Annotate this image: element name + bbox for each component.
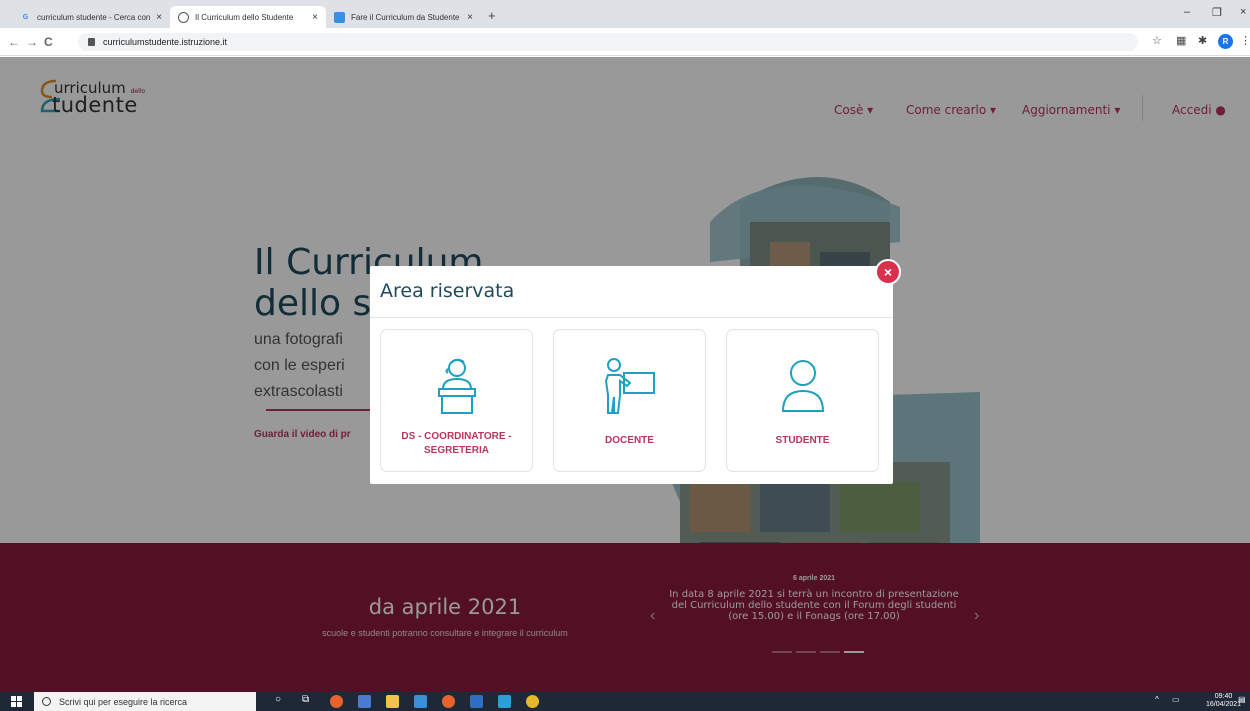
tab-title: curriculum studente - Cerca con — [37, 12, 151, 22]
extension-grid-icon[interactable]: ▦ — [1176, 34, 1186, 47]
user-icon — [781, 360, 824, 412]
tab-fare-curriculum[interactable]: Fare il Curriculum da Studente in × — [326, 6, 481, 28]
new-tab-button[interactable]: + — [488, 8, 496, 23]
modal-divider — [370, 317, 893, 318]
tab-google-search[interactable]: G curriculum studente - Cerca con × — [12, 6, 170, 28]
google-icon: G — [22, 13, 29, 21]
chrome-icon[interactable] — [526, 695, 539, 708]
lock-icon — [88, 38, 95, 46]
card-label: STUDENTE — [775, 435, 830, 446]
store-icon[interactable] — [414, 695, 427, 708]
tray-chevron-icon[interactable]: ^ — [1155, 695, 1159, 704]
shield-icon — [334, 11, 345, 23]
reload-icon[interactable]: C — [44, 35, 53, 49]
browser-tab-bar: G curriculum studente - Cerca con × Il C… — [0, 0, 1250, 28]
notifications-icon[interactable]: ▤ — [1238, 695, 1246, 704]
page-content: urriculum dello tudente Cosè ▾ Come crea… — [0, 57, 1250, 692]
modal-close-button[interactable]: × — [875, 259, 901, 285]
restore-icon[interactable]: ❐ — [1212, 6, 1222, 19]
firefox-icon[interactable] — [330, 695, 343, 708]
tab-close-icon[interactable]: × — [312, 12, 318, 23]
taskbar-search-input[interactable]: Scrivi qui per eseguire la ricerca — [34, 692, 256, 711]
modal-title: Area riservata — [380, 280, 515, 302]
forward-icon[interactable]: → — [26, 35, 38, 49]
receptionist-icon — [437, 358, 476, 414]
back-icon[interactable]: ← — [8, 35, 20, 49]
clock-time: 09:40 — [1214, 693, 1233, 700]
menu-dots-icon[interactable]: ⋮ — [1240, 34, 1250, 47]
teacher-icon — [604, 358, 655, 414]
windows-taskbar: Scrivi qui per eseguire la ricerca ○ ⧉ ^… — [0, 692, 1250, 711]
taskbar-clock[interactable]: 09:40 16/04/2021 — [1206, 693, 1241, 709]
taskbar-search-placeholder: Scrivi qui per eseguire la ricerca — [59, 696, 188, 707]
mail-icon[interactable] — [498, 695, 511, 708]
card-docente[interactable]: DOCENTE — [553, 329, 706, 472]
card-label: DOCENTE — [605, 435, 654, 446]
tab-close-icon[interactable]: × — [156, 12, 162, 23]
globe-icon — [178, 11, 189, 23]
app-icon[interactable] — [358, 695, 371, 708]
tab-close-icon[interactable]: × — [467, 12, 473, 23]
windows-start-icon[interactable] — [11, 696, 22, 707]
card-studente[interactable]: STUDENTE — [726, 329, 879, 472]
window-close-icon[interactable]: × — [1240, 6, 1246, 18]
file-explorer-icon[interactable] — [386, 695, 399, 708]
card-ds-coordinatore-segreteria[interactable]: DS - COORDINATORE - SEGRETERIA — [380, 329, 533, 472]
firefox-icon[interactable] — [442, 695, 455, 708]
address-bar-row: ← → C curriculumstudente.istruzione.it ☆… — [0, 28, 1250, 56]
profile-avatar[interactable]: R — [1218, 34, 1233, 49]
url-text: curriculumstudente.istruzione.it — [103, 37, 228, 47]
cortana-icon[interactable]: ○ — [275, 694, 281, 705]
search-icon — [42, 697, 51, 706]
clock-date: 16/04/2021 — [1206, 701, 1242, 708]
tab-title: Fare il Curriculum da Studente in — [351, 12, 462, 22]
bookmark-star-icon[interactable]: ☆ — [1152, 34, 1162, 47]
app-icon[interactable] — [470, 695, 483, 708]
network-icon[interactable]: ▭ — [1172, 695, 1180, 704]
task-view-icon[interactable]: ⧉ — [302, 694, 309, 705]
minimize-icon[interactable]: – — [1184, 6, 1190, 18]
area-riservata-modal: Area riservata DS - COORDINATORE - SEGRE… — [370, 266, 893, 484]
tab-curriculum-studente[interactable]: Il Curriculum dello Studente × — [170, 6, 326, 28]
url-field[interactable]: curriculumstudente.istruzione.it — [78, 33, 1138, 51]
card-label: DS - COORDINATORE - SEGRETERIA — [401, 431, 512, 456]
extensions-puzzle-icon[interactable]: ✱ — [1198, 34, 1207, 47]
tab-title: Il Curriculum dello Studente — [195, 12, 294, 22]
